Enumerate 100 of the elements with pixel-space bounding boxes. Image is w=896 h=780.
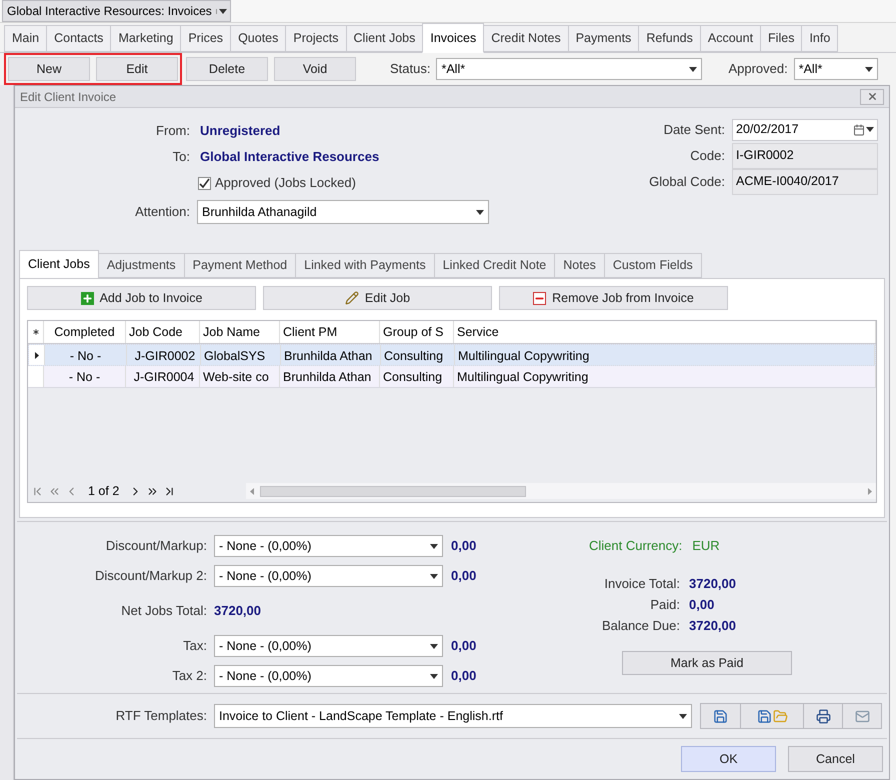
main-tab[interactable]: Main bbox=[4, 25, 48, 52]
main-tab[interactable]: Quotes bbox=[230, 25, 286, 52]
adjustment-dropdown[interactable]: - None - (0,00%) bbox=[214, 635, 443, 657]
mark-as-paid-button[interactable]: Mark as Paid bbox=[622, 651, 792, 675]
date-field[interactable]: 20/02/2017 bbox=[732, 118, 878, 140]
adjustment-label: Discount/Markup: bbox=[104, 537, 207, 556]
total-value: 3720,00 bbox=[689, 616, 736, 635]
minus-icon bbox=[533, 292, 546, 304]
close-icon bbox=[866, 91, 878, 102]
dialog-title: Edit Client Invoice bbox=[20, 88, 116, 106]
dropdown-arrow-icon bbox=[864, 66, 873, 72]
field-label: Date Sent: bbox=[662, 120, 725, 139]
filter-dropdown[interactable]: *All* bbox=[794, 58, 878, 80]
rtf-template-dropdown[interactable]: Invoice to Client - LandScape Template - English.rtf bbox=[214, 704, 692, 728]
adjustment-amount: 3720,00 bbox=[214, 602, 261, 620]
field-label: Code: bbox=[689, 146, 725, 165]
field-value: Global Interactive Resources bbox=[200, 148, 380, 166]
filter-label: Status: bbox=[390, 60, 430, 78]
main-tab[interactable]: Refunds bbox=[638, 25, 701, 52]
table-cell: Brunhilda Athan bbox=[280, 366, 380, 387]
field-label: From: bbox=[155, 122, 190, 140]
main-tab[interactable]: Info bbox=[801, 25, 838, 52]
toolbar-button[interactable]: Edit bbox=[96, 57, 178, 81]
adjustment-dropdown[interactable]: - None - (0,00%) bbox=[214, 665, 443, 687]
dialog-tab[interactable]: Custom Fields bbox=[604, 253, 702, 278]
main-tab[interactable]: Payments bbox=[568, 25, 640, 52]
add-template-button[interactable] bbox=[740, 703, 804, 729]
column-header[interactable]: Group of S bbox=[380, 321, 454, 343]
column-header[interactable]: Client PM bbox=[280, 321, 380, 343]
dropdown-arrow-icon bbox=[866, 127, 874, 132]
toolbar-button[interactable]: Void bbox=[274, 57, 356, 81]
new-row-icon bbox=[30, 327, 40, 337]
current-row-icon bbox=[34, 352, 38, 358]
app-selector[interactable]: Global Interactive Resources: Invoices bbox=[2, 0, 231, 22]
main-tab[interactable]: Invoices bbox=[422, 23, 484, 53]
grid-row[interactable]: - No - J-GIR0002 GlobalSYS Brunhilda Athan Consulting Multilingual Copywriting bbox=[28, 344, 876, 366]
dialog-tab[interactable]: Adjustments bbox=[98, 253, 185, 278]
checkbox-label: Approved (Jobs Locked) bbox=[215, 174, 356, 192]
scroll-left-icon[interactable] bbox=[250, 488, 254, 494]
adjustment-label: Tax: bbox=[182, 637, 207, 656]
total-value: 0,00 bbox=[689, 596, 714, 614]
main-tab[interactable]: Prices bbox=[180, 25, 232, 52]
table-cell: Consulting bbox=[380, 366, 454, 387]
row-header[interactable] bbox=[29, 345, 45, 365]
dialog-tab[interactable]: Notes bbox=[554, 253, 605, 278]
total-label: Balance Due: bbox=[600, 616, 680, 635]
open-template-button[interactable] bbox=[700, 703, 741, 729]
page-indicator: 1 of 2 bbox=[88, 482, 120, 500]
dialog-tab[interactable]: Linked Credit Note bbox=[434, 253, 556, 278]
horizontal-scrollbar[interactable] bbox=[246, 483, 876, 499]
filter-dropdown[interactable]: *All* bbox=[436, 58, 702, 80]
dialog-button[interactable]: Cancel bbox=[788, 746, 883, 772]
adjustment-amount: 0,00 bbox=[451, 537, 476, 556]
dropdown-arrow-icon bbox=[218, 8, 227, 14]
table-cell: Multilingual Copywriting bbox=[455, 345, 875, 365]
print-button[interactable] bbox=[803, 703, 843, 729]
job-button[interactable]: Edit Job bbox=[263, 286, 492, 310]
dialog-tab[interactable]: Linked with Payments bbox=[295, 253, 435, 278]
plus-icon bbox=[80, 292, 94, 304]
adjustment-label: Tax 2: bbox=[171, 667, 207, 686]
main-tab[interactable]: Contacts bbox=[46, 25, 112, 52]
main-tab[interactable]: Files bbox=[760, 25, 802, 52]
adjustment-amount: 0,00 bbox=[451, 637, 476, 656]
main-tab[interactable]: Account bbox=[700, 25, 762, 52]
column-header[interactable]: Service bbox=[454, 321, 876, 343]
main-tab[interactable]: Credit Notes bbox=[483, 25, 569, 52]
readonly-field: I-GIR0002 bbox=[732, 142, 878, 168]
dialog-button[interactable]: OK bbox=[681, 746, 776, 772]
table-cell: Brunhilda Athan bbox=[281, 345, 381, 365]
scroll-right-icon[interactable] bbox=[868, 488, 872, 494]
checkbox[interactable] bbox=[198, 176, 211, 190]
dialog-tab[interactable]: Client Jobs bbox=[19, 250, 99, 279]
adjustment-dropdown[interactable]: - None - (0,00%) bbox=[214, 565, 443, 587]
field-label: Attention: bbox=[134, 203, 190, 222]
table-cell: Multilingual Copywriting bbox=[454, 366, 876, 387]
readonly-field: ACME-I0040/2017 bbox=[732, 168, 878, 194]
dropdown-arrow-icon bbox=[430, 574, 438, 578]
table-cell: - No - bbox=[44, 366, 126, 387]
job-button[interactable]: Remove Job from Invoice bbox=[499, 286, 728, 310]
toolbar-button[interactable]: Delete bbox=[186, 57, 268, 81]
field-value: Unregistered bbox=[200, 122, 280, 140]
grid-row[interactable]: - No - J-GIR0004 Web-site co Brunhilda Athan Consulting Multilingual Copywriting bbox=[28, 366, 876, 388]
dropdown-arrow-icon bbox=[476, 210, 484, 214]
column-header[interactable]: Job Name bbox=[200, 321, 280, 343]
attention-dropdown[interactable]: Brunhilda Athanagild bbox=[197, 200, 489, 224]
job-button[interactable]: Add Job to Invoice bbox=[27, 286, 256, 310]
main-tab[interactable]: Client Jobs bbox=[346, 25, 424, 52]
total-value: 3720,00 bbox=[689, 574, 736, 593]
column-header[interactable]: Completed bbox=[44, 321, 126, 343]
adjustment-dropdown[interactable]: - None - (0,00%) bbox=[214, 535, 443, 557]
main-tab[interactable]: Projects bbox=[285, 25, 347, 52]
rtf-label: RTF Templates: bbox=[114, 707, 207, 726]
main-tab[interactable]: Marketing bbox=[110, 25, 182, 52]
close-button[interactable] bbox=[860, 88, 884, 104]
dropdown-arrow-icon bbox=[430, 644, 438, 648]
table-cell: J-GIR0004 bbox=[126, 366, 200, 387]
dialog-tab[interactable]: Payment Method bbox=[184, 253, 296, 278]
folder-icon bbox=[772, 708, 788, 724]
toolbar-button[interactable]: New bbox=[8, 57, 90, 81]
column-header[interactable]: Job Code bbox=[126, 321, 200, 343]
